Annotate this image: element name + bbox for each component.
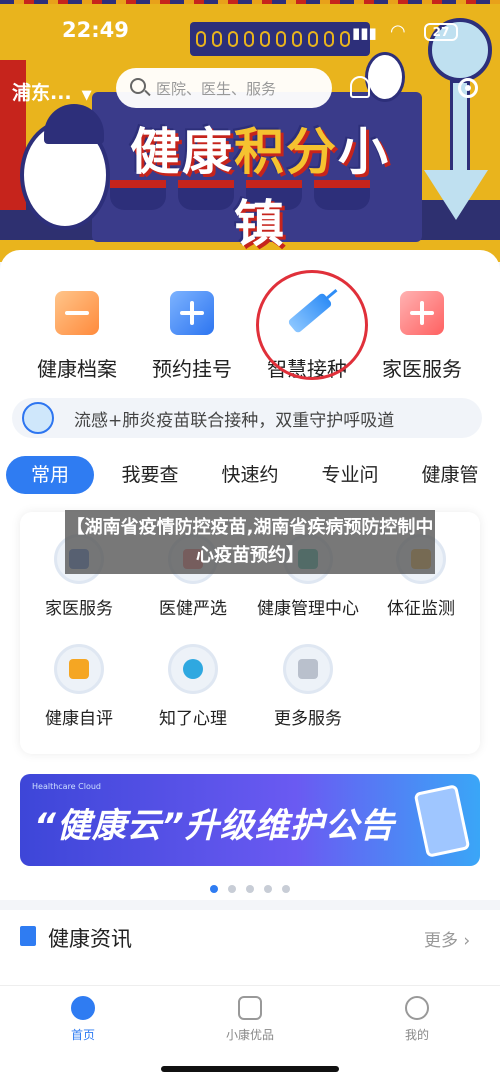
caption-overlay: 【湖南省疫情防控疫苗,湖南省疾病预防控制中心疫苗预约】	[65, 510, 435, 574]
mascot-illustration	[20, 104, 110, 230]
tab-health-manage[interactable]: 健康管	[408, 456, 492, 494]
quick-action-label: 家医服务	[382, 357, 462, 381]
banner-stripe	[0, 0, 500, 4]
shopping-bag-icon	[238, 996, 262, 1020]
news-title: 健康资讯	[48, 927, 132, 951]
search-icon	[130, 78, 146, 94]
carousel-dot[interactable]	[210, 885, 218, 893]
news-icon	[20, 926, 36, 946]
service-label: 健康自评	[45, 709, 113, 729]
search-input[interactable]: 医院、医生、服务	[116, 68, 332, 108]
quick-actions: 健康档案 预约挂号 智慧接种 家医服务	[0, 285, 500, 385]
service-more[interactable]: 更多服务	[248, 644, 368, 729]
home-icon	[71, 996, 95, 1020]
service-label: 知了心理	[159, 709, 227, 729]
carousel-dot[interactable]	[228, 885, 236, 893]
carousel-dots	[0, 878, 500, 897]
carousel-dot[interactable]	[264, 885, 272, 893]
nav-label: 小康优品	[225, 1028, 274, 1042]
tab-common[interactable]: 常用	[6, 456, 94, 494]
section-divider	[0, 900, 500, 910]
heart-chat-icon	[168, 644, 218, 694]
home-indicator	[161, 1066, 339, 1072]
mascot-small-illustration	[365, 52, 405, 102]
quick-action-family-doctor[interactable]: 家医服务	[367, 285, 477, 382]
notice-text: 流感+肺炎疫苗联合接种，双重守护呼吸道	[74, 411, 395, 431]
promo-text: “健康云”升级维护公告	[34, 806, 395, 846]
status-bar: 22:49 ▮▮▮ ◠ 27	[0, 18, 500, 48]
phone-icon	[413, 784, 471, 858]
clipboard-icon	[54, 644, 104, 694]
grid-icon	[283, 644, 333, 694]
carousel-dot[interactable]	[246, 885, 254, 893]
quick-action-appointment[interactable]: 预约挂号	[137, 285, 247, 382]
health-record-icon	[55, 291, 99, 335]
nav-shop[interactable]: 小康优品	[190, 996, 310, 1043]
nav-label: 我的	[404, 1028, 429, 1042]
battery-icon: 27	[424, 23, 458, 41]
quick-action-health-record[interactable]: 健康档案	[22, 285, 132, 382]
location-selector[interactable]: 浦东... ▼	[12, 78, 92, 105]
service-label: 家医服务	[45, 599, 113, 619]
service-mental-health[interactable]: 知了心理	[134, 644, 252, 729]
location-label: 浦东...	[12, 82, 72, 104]
app-screen: 健康积分小镇 22:49 ▮▮▮ ◠ 27 浦东... ▼ 医院、医生、服务 健康…	[0, 0, 500, 1083]
chevron-down-icon: ▼	[81, 88, 92, 103]
family-doctor-icon	[400, 291, 444, 335]
service-label: 医健严选	[159, 599, 227, 619]
signal-icon: ▮▮▮	[352, 24, 377, 42]
tab-search[interactable]: 我要查	[108, 456, 192, 494]
promo-banner[interactable]: Healthcare Cloud “健康云”升级维护公告	[20, 774, 480, 866]
carousel-dot[interactable]	[282, 885, 290, 893]
mascot-icon	[22, 402, 54, 434]
bell-icon[interactable]	[350, 76, 370, 98]
quick-action-label: 健康档案	[37, 357, 117, 381]
service-label: 健康管理中心	[257, 599, 359, 619]
service-tabs: 常用 我要查 快速约 专业问 健康管	[0, 456, 500, 496]
health-news-section: 健康资讯 更多 ›	[0, 910, 500, 980]
service-label: 体征监测	[387, 599, 455, 619]
highlight-circle-annotation	[256, 270, 368, 380]
tab-quick-book[interactable]: 快速约	[208, 456, 292, 494]
main-content: 健康档案 预约挂号 智慧接种 家医服务 流感+肺炎疫苗联合接种，双重守护呼吸道 …	[0, 250, 500, 1083]
banner-title: 健康积分小镇	[130, 123, 390, 253]
service-label: 更多服务	[274, 709, 342, 729]
flask-illustration	[424, 170, 488, 220]
status-time: 22:49	[62, 18, 129, 42]
scan-icon[interactable]	[458, 78, 478, 98]
user-icon	[405, 996, 429, 1020]
quick-action-label: 预约挂号	[152, 357, 232, 381]
search-placeholder: 医院、医生、服务	[156, 80, 277, 98]
nav-profile[interactable]: 我的	[357, 996, 477, 1043]
nav-home[interactable]: 首页	[23, 996, 143, 1043]
promo-brand: Healthcare Cloud	[32, 782, 101, 791]
news-more-link[interactable]: 更多 ›	[424, 926, 470, 951]
service-health-self-assessment[interactable]: 健康自评	[20, 644, 138, 729]
tab-ask-expert[interactable]: 专业问	[308, 456, 392, 494]
appointment-icon	[170, 291, 214, 335]
nav-label: 首页	[70, 1028, 95, 1042]
notice-bar[interactable]: 流感+肺炎疫苗联合接种，双重守护呼吸道	[12, 398, 482, 438]
wifi-icon: ◠	[390, 21, 406, 42]
